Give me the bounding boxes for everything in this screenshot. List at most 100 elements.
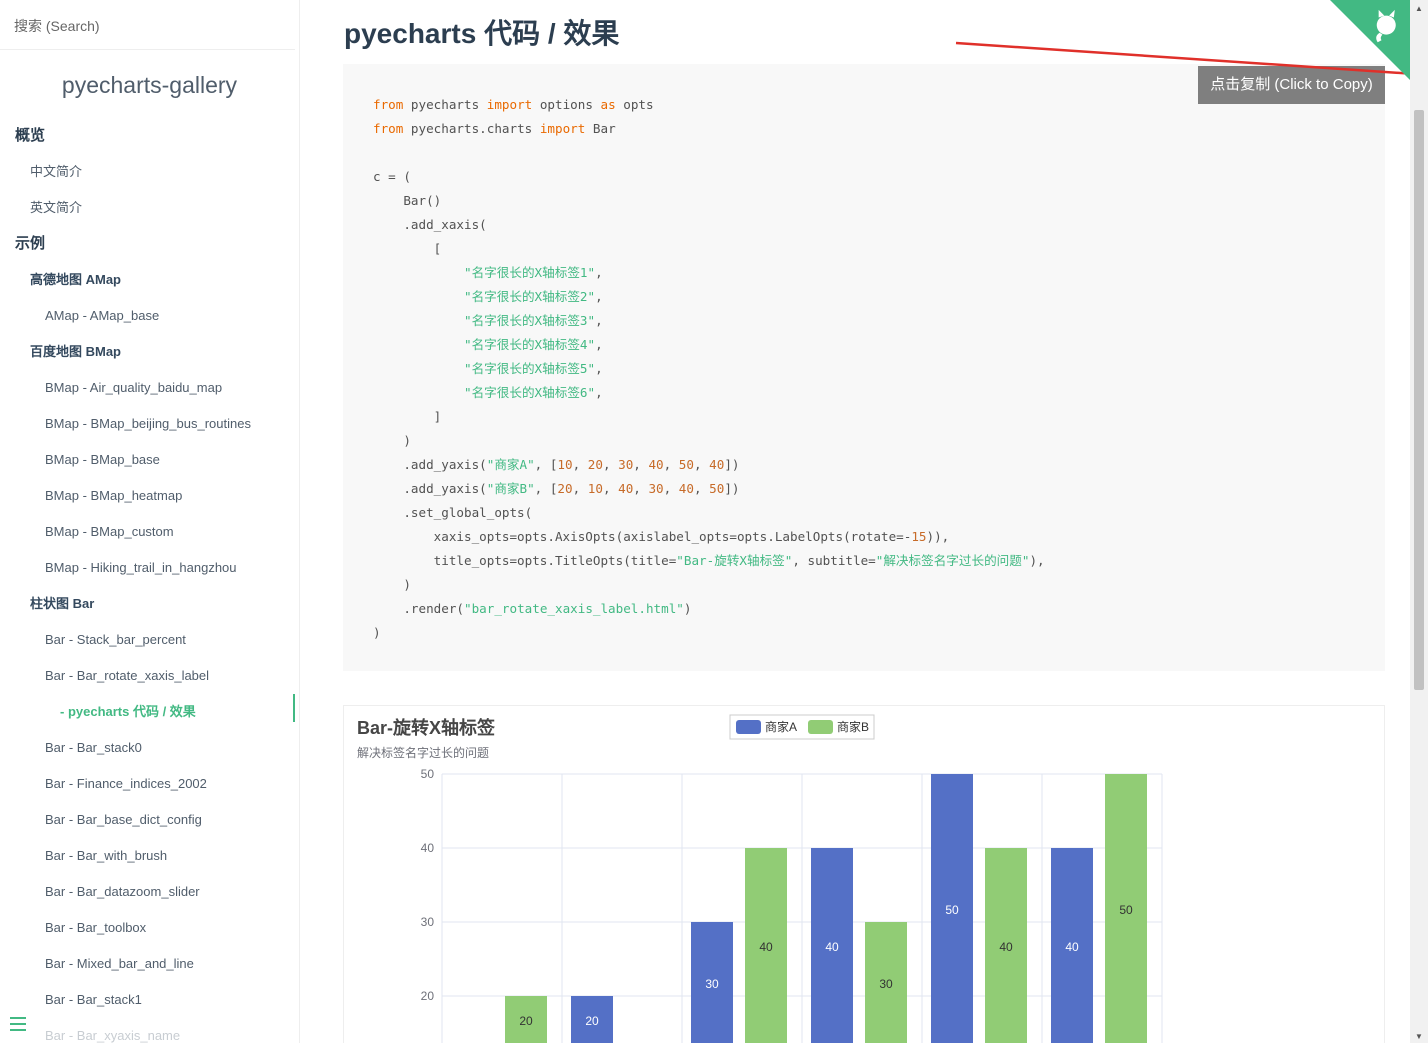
scroll-down-icon[interactable]: ▼ (1415, 1032, 1423, 1041)
code-line: title_opts=opts.TitleOpts(title="Bar-旋转X… (373, 549, 1355, 573)
sidebar-item-finance-indices[interactable]: Bar - Finance_indices_2002 (0, 766, 299, 802)
code-token: pyecharts.charts (403, 121, 540, 136)
code-line: "名字很长的X轴标签5", (373, 357, 1355, 381)
sidebar-item-bar-datazoom-slider[interactable]: Bar - Bar_datazoom_slider (0, 874, 299, 910)
code-token: from (373, 121, 404, 136)
code-line: from pyecharts.charts import Bar (373, 117, 1355, 141)
main-content: pyecharts 代码 / 效果 from pyecharts import … (300, 0, 1410, 1043)
code-line: .set_global_opts( (373, 501, 1355, 525)
app-name-link[interactable]: pyecharts-gallery (0, 72, 299, 118)
sidebar-item-code-effect-active[interactable]: - pyecharts 代码 / 效果 (0, 694, 299, 730)
sidebar-item-bar-rotate-xaxis-label[interactable]: Bar - Bar_rotate_xaxis_label (0, 658, 299, 694)
code-token: ) (373, 433, 411, 448)
code-token: .add_xaxis( (373, 217, 487, 232)
code-token: "名字很长的X轴标签4" (464, 337, 596, 352)
code-line: Bar() (373, 189, 1355, 213)
code-token: , (572, 481, 588, 496)
sidebar-item-bar-base-dict-config[interactable]: Bar - Bar_base_dict_config (0, 802, 299, 838)
sidebar-item-bmap[interactable]: 百度地图 BMap (0, 334, 299, 370)
code-token: , (595, 337, 603, 352)
sidebar-item-bmap-bus-routines[interactable]: BMap - BMap_beijing_bus_routines (0, 406, 299, 442)
code-line: [ (373, 237, 1355, 261)
scroll-up-icon[interactable]: ▲ (1415, 4, 1423, 13)
code-token: Bar (585, 121, 616, 136)
code-line: .add_yaxis("商家A", [10, 20, 30, 40, 50, 4… (373, 453, 1355, 477)
code-line: .add_xaxis( (373, 213, 1355, 237)
sidebar-item-amap-base[interactable]: AMap - AMap_base (0, 298, 299, 334)
scrollbar[interactable]: ▲ ▼ (1410, 0, 1428, 1043)
code-token: , (693, 457, 710, 472)
sidebar-item-stack-bar-percent[interactable]: Bar - Stack_bar_percent (0, 622, 299, 658)
code-line: ) (373, 573, 1355, 597)
sidebar-item-bmap-hiking-trail[interactable]: BMap - Hiking_trail_in_hangzhou (0, 550, 299, 586)
code-token: "bar_rotate_xaxis_label.html" (464, 601, 684, 616)
code-token: , (663, 457, 679, 472)
code-token: .render( (373, 601, 464, 616)
code-token: "商家A" (486, 457, 535, 472)
chart-legend[interactable]: 商家A 商家B (729, 714, 875, 740)
code-token: 10 (587, 481, 603, 496)
legend-swatch (736, 720, 761, 734)
code-token: ) (373, 625, 381, 640)
sidebar-item-examples[interactable]: 示例 (0, 226, 299, 262)
code-token: , [ (534, 481, 558, 496)
legend-swatch (808, 720, 833, 734)
chart-title: Bar-旋转X轴标签 (357, 717, 496, 738)
code-token: , (595, 265, 603, 280)
code-line: "名字很长的X轴标签4", (373, 333, 1355, 357)
code-line: xaxis_opts=opts.AxisOpts(axislabel_opts=… (373, 525, 1355, 549)
code-token: title_opts=opts.TitleOpts(title= (373, 553, 677, 568)
code-token: ]) (724, 457, 740, 472)
sidebar-item-bar[interactable]: 柱状图 Bar (0, 586, 299, 622)
sidebar-item-amap[interactable]: 高德地图 AMap (0, 262, 299, 298)
code-token: .add_yaxis( (373, 481, 487, 496)
code-token: 40 (678, 481, 694, 496)
code-token: "名字很长的X轴标签6" (464, 385, 596, 400)
sidebar-item-bmap-base[interactable]: BMap - BMap_base (0, 442, 299, 478)
code-token: [ (373, 241, 442, 256)
search-input[interactable]: 搜索 (Search) (0, 0, 295, 50)
scroll-thumb[interactable] (1414, 110, 1424, 690)
code-token: 40 (618, 481, 634, 496)
sidebar-item-chinese-intro[interactable]: 中文简介 (0, 154, 299, 190)
sidebar-item-overview[interactable]: 概览 (0, 118, 299, 154)
y-tick-label: 20 (421, 989, 435, 1003)
code-token: , (595, 385, 603, 400)
code-token: ), (1029, 553, 1045, 568)
code-line: .render("bar_rotate_xaxis_label.html") (373, 597, 1355, 621)
code-line: ] (373, 405, 1355, 429)
bar-value-label: 40 (759, 940, 773, 954)
chart-subtitle: 解决标签名字过长的问题 (357, 745, 489, 760)
sidebar-item-bar-stack1[interactable]: Bar - Bar_stack1 (0, 982, 299, 1018)
code-token: "名字很长的X轴标签2" (464, 289, 596, 304)
code-token: , (595, 313, 603, 328)
bar-value-label: 40 (999, 940, 1013, 954)
sidebar-item-english-intro[interactable]: 英文简介 (0, 190, 299, 226)
bar-chart: Bar-旋转X轴标签 解决标签名字过长的问题 商家A商家B 20304050 1… (357, 714, 1163, 1043)
sidebar-item-bar-toolbox[interactable]: Bar - Bar_toolbox (0, 910, 299, 946)
code-token: "名字很长的X轴标签5" (464, 361, 596, 376)
sidebar-item-bmap-custom[interactable]: BMap - BMap_custom (0, 514, 299, 550)
sidebar-item-bar-stack0[interactable]: Bar - Bar_stack0 (0, 730, 299, 766)
menu-icon[interactable] (10, 1017, 26, 1031)
legend-label: 商家A (765, 719, 797, 734)
code-token: c = ( (373, 169, 411, 184)
github-corner-icon[interactable] (1310, 0, 1410, 80)
sidebar-item-bmap-heatmap[interactable]: BMap - BMap_heatmap (0, 478, 299, 514)
code-token: xaxis_opts=opts.AxisOpts(axislabel_opts=… (373, 529, 912, 544)
sidebar-item-bar-xyaxis-name[interactable]: Bar - Bar_xyaxis_name (0, 1018, 299, 1043)
code-token: "Bar-旋转X轴标签" (676, 553, 793, 568)
code-token: 50 (678, 457, 694, 472)
code-line: "名字很长的X轴标签1", (373, 261, 1355, 285)
code-token: , (633, 457, 649, 472)
sidebar-item-mixed-bar-and-line[interactable]: Bar - Mixed_bar_and_line (0, 946, 299, 982)
bar-value-label: 40 (825, 940, 839, 954)
code-token: Bar() (373, 193, 442, 208)
code-token: 40 (648, 457, 664, 472)
sidebar-item-bmap-air-quality[interactable]: BMap - Air_quality_baidu_map (0, 370, 299, 406)
sidebar-item-bar-with-brush[interactable]: Bar - Bar_with_brush (0, 838, 299, 874)
